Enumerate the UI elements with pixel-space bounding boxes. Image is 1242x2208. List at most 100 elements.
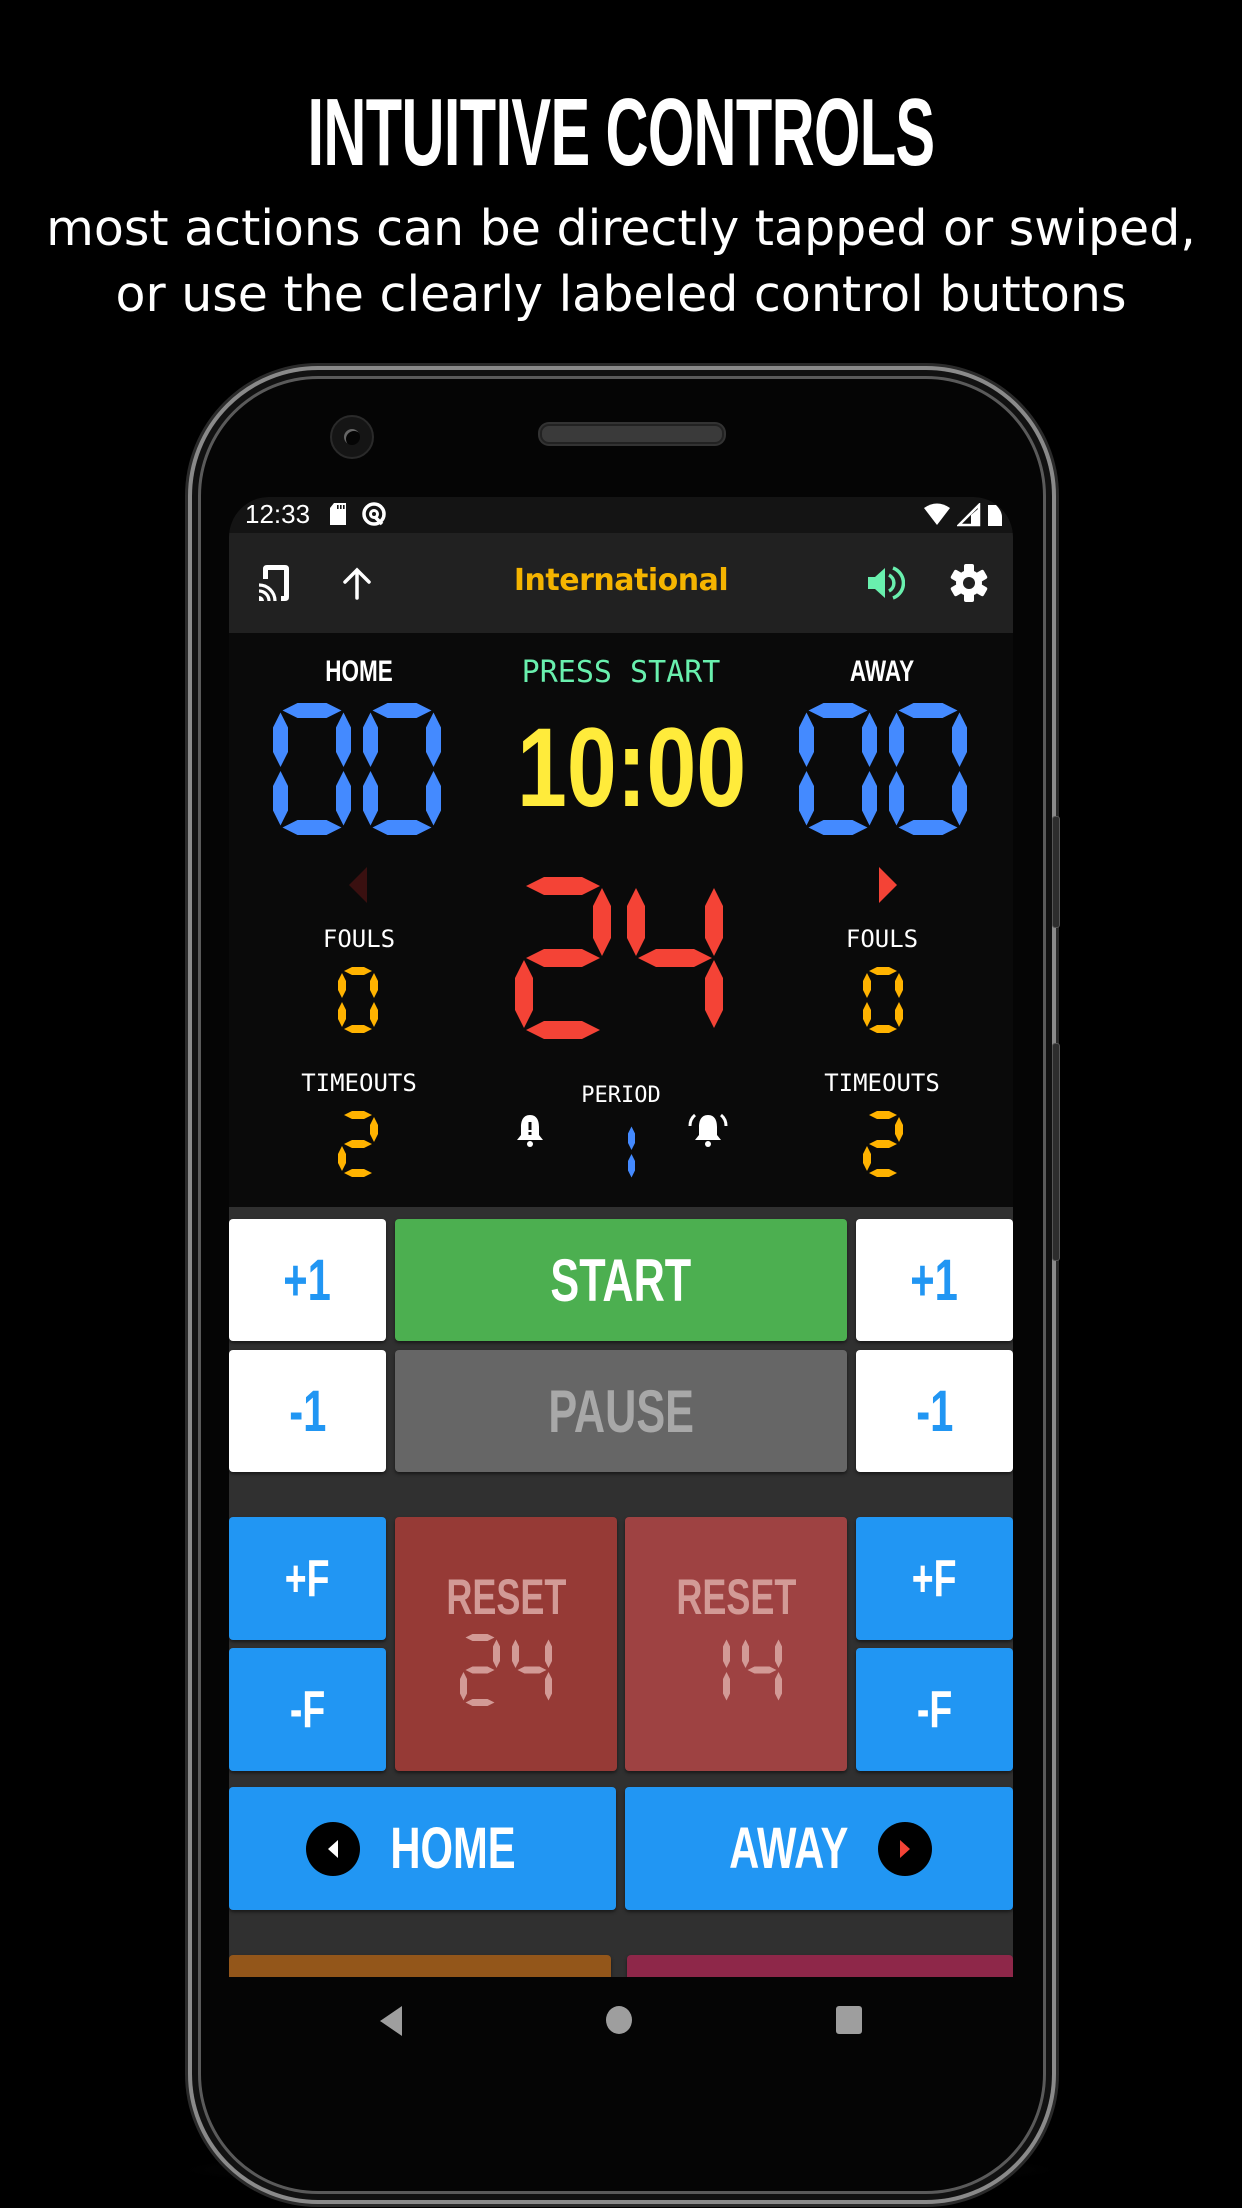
segment-c [370,1002,378,1027]
game-status: PRESS START [521,655,721,690]
segment-digit [363,703,441,835]
away-remove-foul-button[interactable]: -F [856,1648,1013,1771]
away-timeouts[interactable] [863,1111,903,1177]
segment-e [863,1146,871,1171]
segment-g [869,1140,897,1148]
game-clock[interactable]: 10:00 [517,703,746,833]
home-timeouts[interactable] [338,1111,378,1177]
earpiece-speaker [540,424,724,444]
bell-icon[interactable] [515,1113,545,1154]
segment-c [426,771,441,826]
nav-home-icon[interactable] [604,2004,634,2041]
segment-digit [863,967,903,1033]
sd-card-icon [329,502,347,531]
segment-e [515,960,533,1028]
segment-digit [515,877,611,1039]
away-minus-one-button[interactable]: -1 [856,1350,1013,1472]
home-fouls[interactable] [338,967,378,1033]
segment-b [426,712,441,767]
segment-b [593,888,611,956]
segment-d [344,1169,372,1177]
segment-e [799,771,814,826]
segment-a [869,967,897,975]
app-bar: International [229,533,1013,633]
segment-e [338,1002,346,1027]
home-add-foul-button[interactable]: +F [229,1517,386,1640]
status-bar: 12:33 [229,497,1013,533]
segment-f [799,712,814,767]
segment-digit [799,703,877,835]
scoreboard: HOME PRESS START AWAY 10:00 FOULS FOULS … [229,633,1013,1207]
at-sign-icon [361,501,387,532]
bell-ringing-icon[interactable] [687,1109,729,1154]
away-extra-button[interactable] [627,1955,1013,1977]
segment-digit [460,1634,500,1706]
segment-d [372,820,432,835]
segment-c [775,1672,782,1701]
away-possession-arrow-icon[interactable] [877,865,899,910]
promo-subline-1: most actions can be directly tapped or s… [46,200,1196,257]
segment-f [273,712,288,767]
shot-clock[interactable] [515,877,723,1039]
segment-e [273,771,288,826]
segment-digit [863,1111,903,1177]
reset-14-button[interactable]: RESET [625,1517,847,1771]
nav-back-icon[interactable] [376,2004,406,2043]
segment-b [336,712,351,767]
home-plus-one-button[interactable]: +1 [229,1219,386,1341]
segment-d [869,1025,897,1033]
away-fouls[interactable] [863,967,903,1033]
segment-g [344,1140,372,1148]
segment-a [372,703,432,718]
segment-f [627,888,645,956]
control-panel: +1 START +1 -1 PAUSE -1 +F -F RESET RESE… [229,1207,1013,1977]
away-plus-one-button[interactable]: +1 [856,1219,1013,1341]
chevron-left-icon [305,1821,360,1876]
segment-digit [338,967,378,1033]
segment-digit [605,1121,635,1183]
period-label: PERIOD [581,1083,661,1108]
possession-home-button[interactable]: HOME [229,1787,616,1910]
home-extra-button[interactable] [229,1955,611,1977]
home-label: HOME [325,655,393,688]
segment-b [705,888,723,956]
segment-b [370,973,378,998]
nav-recents-icon[interactable] [834,2004,864,2041]
away-add-foul-button[interactable]: +F [856,1517,1013,1640]
start-button[interactable]: START [395,1219,847,1341]
reset-24-button[interactable]: RESET [395,1517,617,1771]
reset-24-value [460,1634,552,1706]
away-timeouts-label: TIMEOUTS [824,1069,940,1097]
home-possession-arrow-icon[interactable] [347,865,369,910]
promo-headline: INTUITIVE CONTROLS [307,79,935,186]
segment-b [895,1117,903,1142]
reset-14-value [690,1634,782,1706]
home-minus-one-button[interactable]: -1 [229,1350,386,1472]
home-remove-foul-button[interactable]: -F [229,1648,386,1771]
segment-b [952,712,967,767]
signal-icon [955,501,981,532]
segment-e [363,771,378,826]
segment-e [863,1002,871,1027]
segment-b [493,1639,500,1668]
segment-d [808,820,868,835]
volume-icon[interactable] [861,559,909,607]
segment-d [869,1169,897,1177]
segment-f [363,712,378,767]
segment-digit [889,703,967,835]
possession-away-button[interactable]: AWAY [625,1787,1013,1910]
home-score[interactable] [273,703,441,835]
away-label: AWAY [849,655,915,688]
segment-c [723,1672,730,1701]
period-number[interactable] [605,1121,635,1183]
pause-button[interactable]: PAUSE [395,1350,847,1472]
away-score[interactable] [799,703,967,835]
settings-icon[interactable] [945,559,993,607]
segment-a [344,967,372,975]
segment-a [282,703,342,718]
segment-b [895,973,903,998]
segment-f [338,973,346,998]
segment-c [895,1002,903,1027]
segment-b [628,1126,635,1150]
volume-rocker [1052,1043,1060,1261]
